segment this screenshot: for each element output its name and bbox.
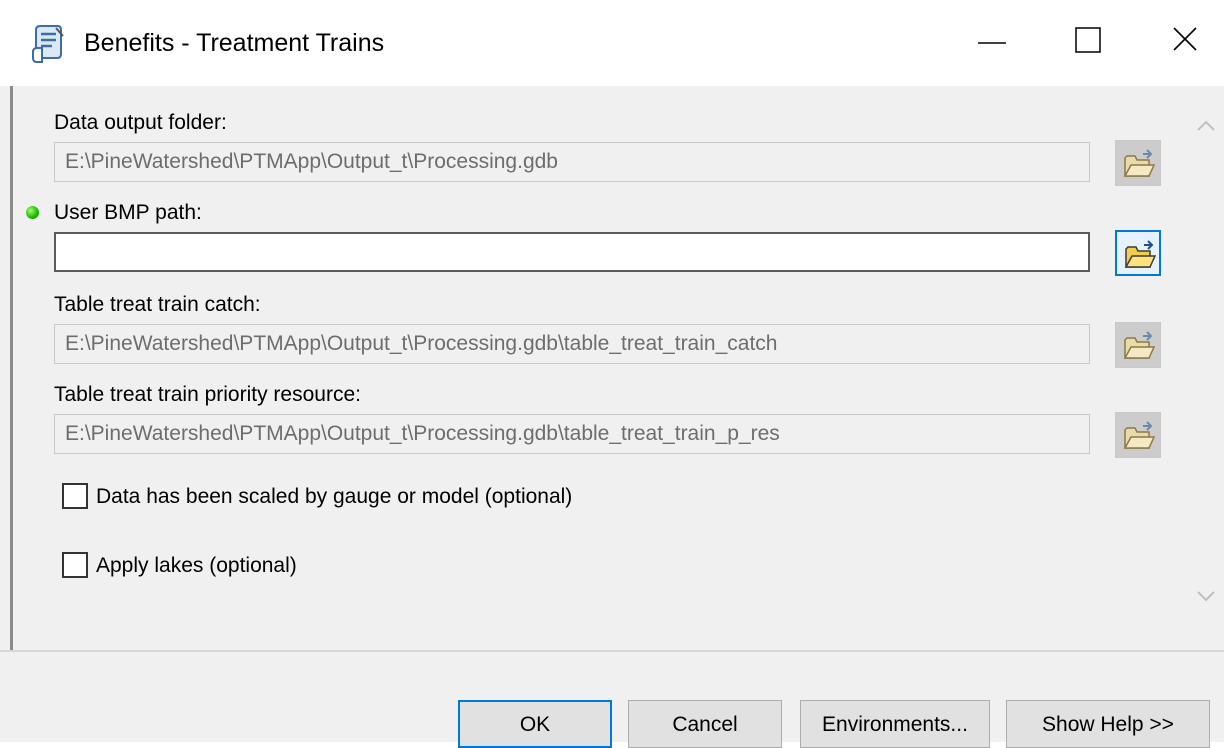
python-script-icon — [30, 24, 66, 64]
environments-button[interactable]: Environments... — [800, 700, 990, 748]
dialog-footer: OK Cancel Environments... Show Help >> — [0, 652, 1224, 748]
apply-lakes-checkbox[interactable] — [62, 552, 88, 578]
table-treat-train-priority-label: Table treat train priority resource: — [54, 383, 361, 406]
table-treat-train-priority-field[interactable]: E:\PineWatershed\PTMApp\Output_t\Process… — [54, 414, 1090, 454]
scroll-up-button[interactable] — [1188, 106, 1224, 146]
window-title: Benefits - Treatment Trains — [84, 29, 385, 57]
data-output-folder-label: Data output folder: — [54, 111, 227, 134]
table-treat-train-catch-label: Table treat train catch: — [54, 293, 261, 316]
table-treat-train-priority-browse-button[interactable] — [1115, 412, 1161, 458]
cancel-button[interactable]: Cancel — [628, 700, 782, 748]
close-button[interactable] — [1124, 0, 1224, 86]
show-help-button[interactable]: Show Help >> — [1006, 700, 1210, 748]
apply-lakes-checkbox-label[interactable]: Apply lakes (optional) — [96, 553, 297, 579]
scroll-down-button[interactable] — [1188, 576, 1224, 616]
table-treat-train-catch-field[interactable]: E:\PineWatershed\PTMApp\Output_t\Process… — [54, 324, 1090, 364]
vertical-scrollbar[interactable] — [1188, 86, 1224, 650]
data-output-folder-browse-button[interactable] — [1115, 140, 1161, 186]
ok-button[interactable]: OK — [458, 700, 612, 748]
required-indicator-dot — [26, 206, 39, 219]
scaled-data-checkbox-label[interactable]: Data has been scaled by gauge or model (… — [96, 484, 572, 510]
table-treat-train-catch-browse-button[interactable] — [1115, 322, 1161, 368]
data-output-folder-field[interactable]: E:\PineWatershed\PTMApp\Output_t\Process… — [54, 142, 1090, 182]
open-folder-icon — [1123, 149, 1155, 177]
scaled-data-checkbox[interactable] — [62, 483, 88, 509]
user-bmp-path-input[interactable] — [54, 232, 1090, 272]
chevron-up-icon — [1197, 120, 1215, 131]
open-folder-icon — [1123, 421, 1155, 449]
minimize-button[interactable] — [942, 0, 1042, 86]
close-icon — [1173, 27, 1197, 51]
user-bmp-path-label: User BMP path: — [54, 201, 202, 224]
minimize-icon — [978, 42, 1006, 44]
user-bmp-path-browse-button[interactable] — [1115, 230, 1161, 276]
open-folder-icon — [1124, 240, 1156, 268]
title-bar: Benefits - Treatment Trains — [0, 0, 1224, 86]
chevron-down-icon — [1197, 591, 1215, 602]
tool-dialog: Benefits - Treatment Trains Data output … — [0, 0, 1224, 748]
open-folder-icon — [1123, 331, 1155, 359]
